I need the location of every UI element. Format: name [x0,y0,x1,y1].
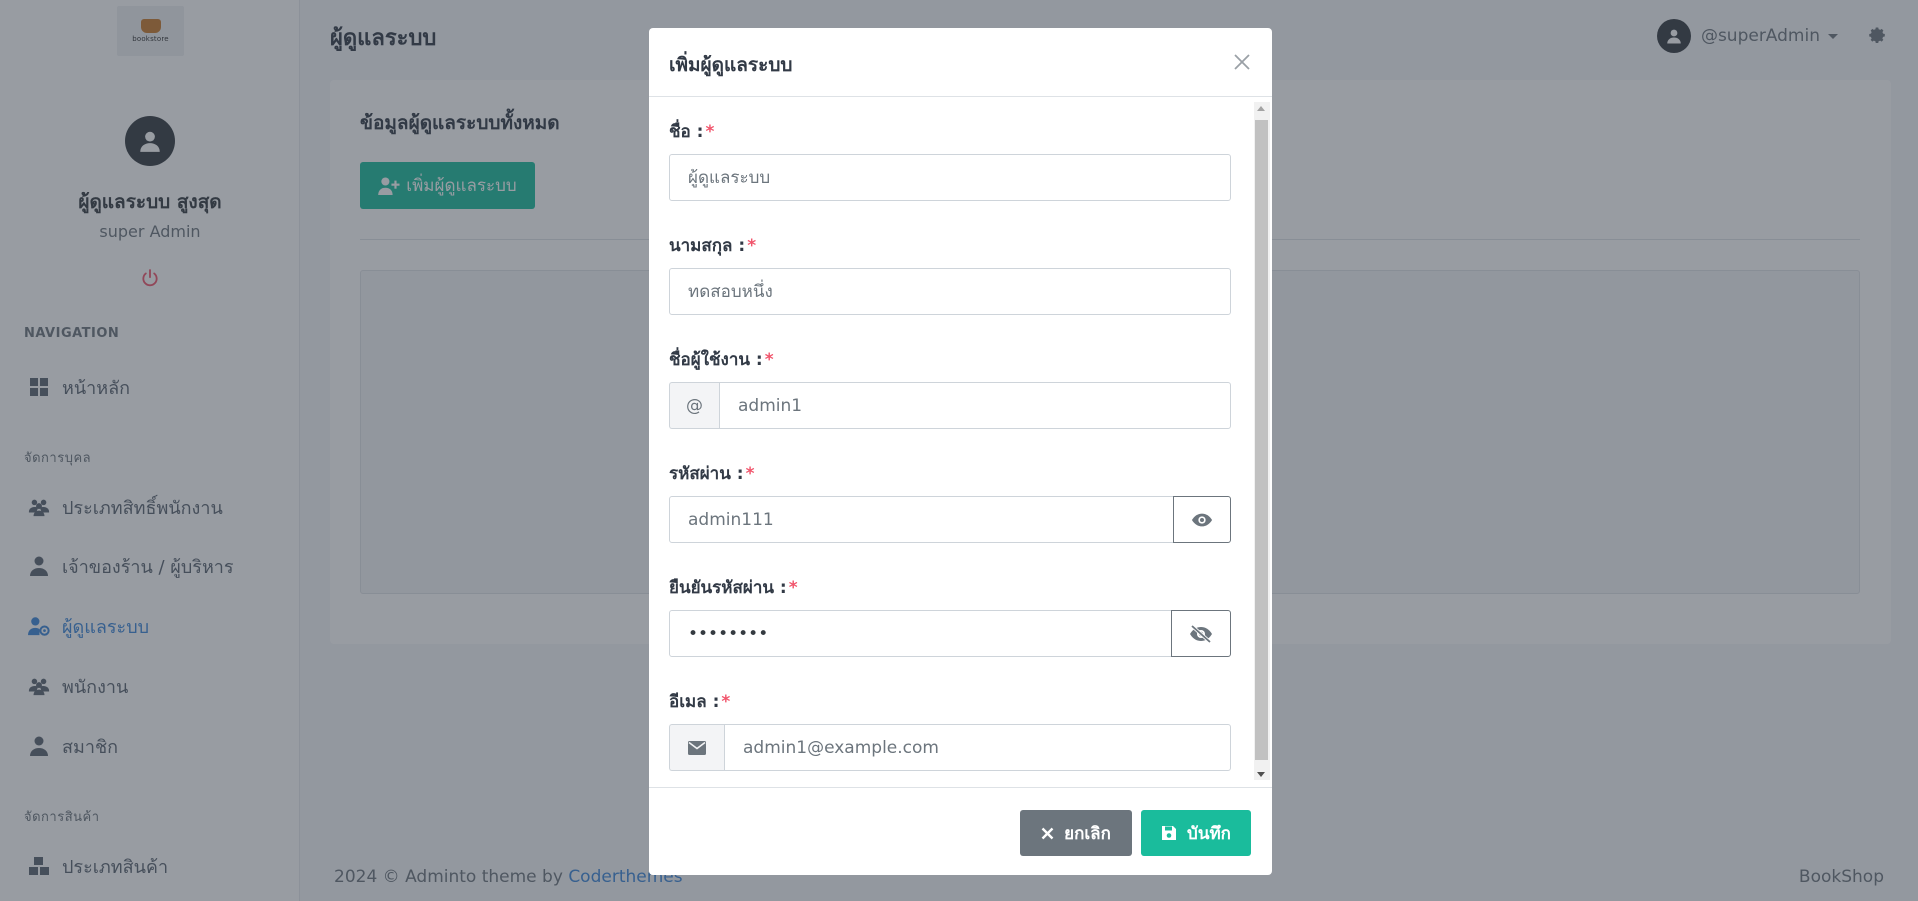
email-label: อีเมล : * [669,688,730,715]
confirm-password-field[interactable]: •••••••• [669,610,1172,657]
scroll-down-arrow-icon[interactable] [1257,772,1265,777]
first-name-field[interactable]: ผู้ดูแลระบบ [669,154,1231,201]
scroll-up-arrow-icon[interactable] [1257,106,1265,111]
username-label-text: ชื่อผู้ใช้งาน : [669,350,763,370]
password-label-text: รหัสผ่าน : [669,464,744,484]
required-mark: * [721,692,731,712]
first-name-label: ชื่อ : * [669,118,714,145]
eye-icon [1191,513,1213,526]
toggle-confirm-password-button[interactable] [1171,610,1231,657]
required-mark: * [745,464,755,484]
last-name-field[interactable]: ทดสอบหนึ่ง [669,268,1231,315]
required-mark: * [705,122,715,142]
username-label: ชื่อผู้ใช้งาน : * [669,346,774,373]
first-name-label-text: ชื่อ : [669,122,704,142]
email-label-text: อีเมล : [669,692,720,712]
eye-slash-icon [1190,624,1212,643]
add-admin-modal: เพิ่มผู้ดูแลระบบ ชื่อ : * ผู้ดูแลระบบ นาม… [649,28,1272,875]
email-field[interactable]: admin1@example.com [724,724,1231,771]
envelope-icon [688,740,706,755]
cancel-button[interactable]: ยกเลิก [1020,810,1132,856]
toggle-password-button[interactable] [1173,496,1231,543]
modal-header: เพิ่มผู้ดูแลระบบ [649,28,1272,97]
close-icon [1234,54,1250,70]
password-label: รหัสผ่าน : * [669,460,754,487]
required-mark: * [788,578,798,598]
modal-scrollbar-thumb[interactable] [1255,120,1268,760]
modal-footer: ยกเลิก บันทึก [649,787,1272,875]
save-button[interactable]: บันทึก [1141,810,1251,856]
cancel-button-label: ยกเลิก [1064,823,1111,844]
close-button[interactable] [1230,50,1254,74]
username-prefix: @ [669,382,719,429]
modal-title: เพิ่มผู้ดูแลระบบ [669,54,793,76]
required-mark: * [764,350,774,370]
last-name-label-text: นามสกุล : [669,236,746,256]
email-prefix [669,724,724,771]
confirm-password-label-text: ยืนยันรหัสผ่าน : [669,578,787,598]
username-field[interactable]: admin1 [719,382,1231,429]
password-field[interactable]: admin111 [669,496,1174,543]
required-mark: * [747,236,757,256]
x-icon [1041,827,1054,840]
save-button-label: บันทึก [1187,823,1231,844]
last-name-label: นามสกุล : * [669,232,756,259]
save-icon [1161,825,1177,841]
modal-body: ชื่อ : * ผู้ดูแลระบบ นามสกุล : * ทดสอบหนึ่… [649,98,1272,785]
confirm-password-label: ยืนยันรหัสผ่าน : * [669,574,798,601]
